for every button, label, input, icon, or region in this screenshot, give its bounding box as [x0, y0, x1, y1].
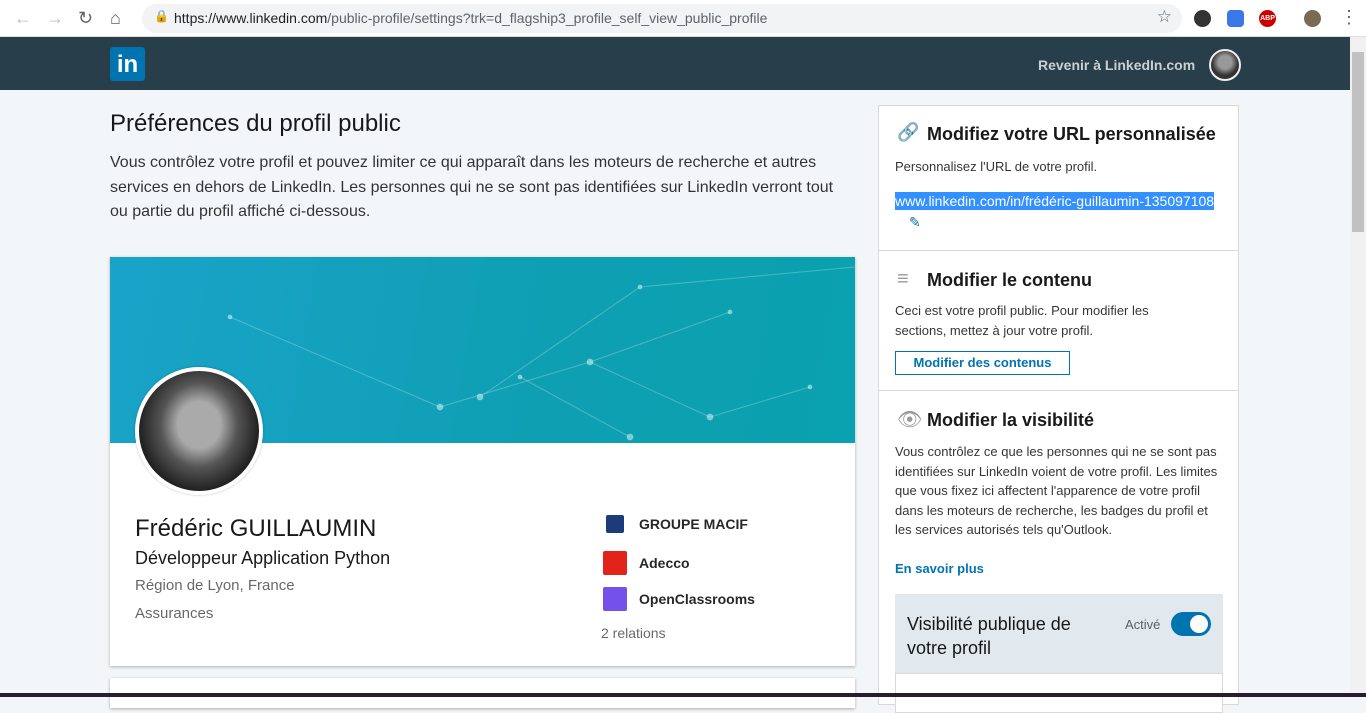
eye-icon: 👁 [897, 409, 923, 431]
back-icon[interactable]: ← [14, 8, 32, 29]
extension-icon[interactable] [1227, 10, 1244, 27]
public-visibility-panel: Visibilité publique de votre profil Acti… [895, 594, 1223, 713]
profile-location: Région de Lyon, France [135, 577, 295, 594]
toggle-label: Activé [1125, 617, 1161, 632]
relations-count: 2 relations [601, 625, 666, 641]
profile-avatar-icon[interactable] [1304, 10, 1321, 27]
taskbar [0, 693, 1366, 697]
company-name: Adecco [639, 555, 690, 571]
section-title: Modifier le contenu [927, 270, 1093, 290]
page-description: Vous contrôlez votre profil et pouvez li… [110, 154, 834, 220]
menu-icon[interactable]: ⋮ [1340, 7, 1358, 28]
url-section: 🔗 Modifiez votre URL personnalisée Perso… [879, 106, 1238, 251]
profile-card: Frédéric GUILLAUMIN Développeur Applicat… [110, 257, 855, 666]
macif-logo-icon [606, 515, 624, 533]
profile-headline: Développeur Application Python [135, 548, 391, 568]
openclassrooms-logo-icon [603, 587, 627, 611]
edit-pencil-icon[interactable]: ✎ [909, 214, 921, 231]
section-text: Vous contrôlez ce que les personnes qui … [895, 444, 1218, 537]
star-icon[interactable]: ☆ [1157, 7, 1172, 27]
lines-icon: ≡ [897, 268, 909, 290]
section-title: Modifier la visibilité [927, 410, 1095, 430]
page-title: Préférences du profil public [110, 110, 401, 137]
forward-icon[interactable]: → [46, 8, 64, 29]
company-name: GROUPE MACIF [639, 516, 748, 532]
profile-name: Frédéric GUILLAUMIN [135, 515, 377, 542]
lock-icon: 🔒 [154, 9, 169, 23]
reload-icon[interactable]: ↻ [78, 8, 93, 29]
company-name: OpenClassrooms [639, 591, 755, 607]
visibility-toggle[interactable] [1171, 612, 1211, 636]
linkedin-logo[interactable]: in [110, 47, 145, 81]
adblock-icon[interactable]: ABP [1259, 10, 1276, 27]
company-item[interactable]: GROUPE MACIF [603, 515, 748, 533]
content-section: ≡ Modifier le contenu Ceci est votre pro… [879, 251, 1238, 391]
edit-content-button[interactable]: Modifier des contenus [895, 351, 1070, 375]
browser-toolbar: ← → ↻ ⌂ 🔒 https://www.linkedin.com/publi… [0, 0, 1366, 37]
user-avatar[interactable] [1209, 49, 1241, 81]
link-icon: 🔗 [897, 122, 920, 142]
company-item[interactable]: Adecco [603, 551, 690, 575]
section-text: Personnalisez l'URL de votre profil. [895, 159, 1098, 174]
profile-industry: Assurances [135, 605, 214, 622]
linkedin-header: in Revenir à LinkedIn.com [0, 37, 1350, 90]
section-text: Ceci est votre profil public. Pour modif… [895, 303, 1149, 338]
company-item[interactable]: OpenClassrooms [603, 587, 755, 611]
home-icon[interactable]: ⌂ [110, 8, 121, 29]
visibility-title: Visibilité publique de votre profil [907, 614, 1071, 658]
profile-url[interactable]: www.linkedin.com/in/frédéric-guillaumin-… [895, 192, 1215, 210]
learn-more-link[interactable]: En savoir plus [895, 561, 984, 576]
profile-photo [135, 367, 263, 495]
address-bar[interactable]: 🔒 https://www.linkedin.com/public-profil… [142, 4, 1182, 33]
settings-sidebar: 🔗 Modifiez votre URL personnalisée Perso… [878, 105, 1239, 713]
adecco-logo-icon [603, 551, 627, 575]
scrollbar-thumb[interactable] [1352, 52, 1364, 232]
section-title: Modifiez votre URL personnalisée [927, 124, 1216, 144]
url-text: https://www.linkedin.com/public-profile/… [174, 10, 768, 26]
back-to-linkedin-link[interactable]: Revenir à LinkedIn.com [1038, 57, 1195, 73]
extension-icon[interactable] [1194, 10, 1211, 27]
